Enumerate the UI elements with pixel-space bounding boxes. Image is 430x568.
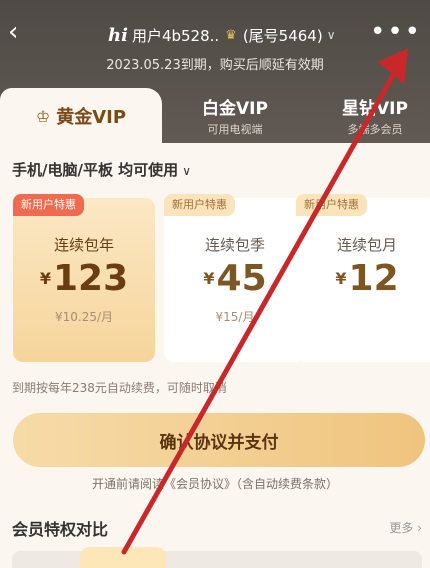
devices-text: 手机/电脑/平板 均可使用: [12, 161, 179, 179]
compare-table-highlight: [80, 547, 166, 568]
vip-tabs: ♔ 黄金VIP 白金VIP 可用电视端 星钻VIP 多端多会员: [0, 88, 430, 144]
plan-name: 连续包年: [53, 236, 114, 254]
auto-renew-note: 到期按每年238元自动续费，可随时取消: [12, 381, 227, 395]
plan-price: ¥45: [203, 258, 267, 299]
account-switcher[interactable]: hi 用户4b528.. ♛ (尾号5464) ∨: [108, 22, 336, 48]
expire-text: 2023.05.23到期，购买后顺延有效期: [106, 58, 324, 73]
main-panel: 手机/电脑/平板 均可使用 ∨ 新用户特惠 连续包年 ¥123 ¥10.25/月 …: [0, 143, 430, 568]
compare-table-header: [12, 551, 422, 568]
hi-logo: hi: [108, 24, 128, 46]
more-link[interactable]: 更多 ›: [389, 519, 422, 536]
plan-card-yearly[interactable]: 新用户特惠 连续包年 ¥123 ¥10.25/月: [13, 194, 155, 362]
new-user-badge: 新用户特惠: [13, 194, 84, 216]
plan-card-monthly[interactable]: 新用户特惠 连续包月 ¥12: [296, 194, 430, 362]
crown-icon: ♔: [35, 106, 51, 126]
plan-name: 连续包季: [204, 236, 265, 254]
per-month-price: ¥15/月: [215, 310, 255, 324]
tab-sub: 可用电视端: [207, 123, 263, 136]
back-icon[interactable]: ‹: [8, 18, 32, 46]
plan-price: ¥12: [335, 258, 399, 299]
new-user-badge: 新用户特惠: [296, 194, 367, 216]
vip-crown-icon: ♛: [225, 27, 237, 43]
tail-number: (尾号5464): [242, 26, 323, 45]
header: ‹ hi 用户4b528.. ♛ (尾号5464) ∨ ••• 2023.05.…: [0, 0, 430, 150]
compare-title: 会员特权对比: [12, 520, 109, 539]
tab-gold-vip[interactable]: ♔ 黄金VIP: [0, 88, 162, 144]
plan-card-quarterly[interactable]: 新用户特惠 连续包季 ¥45 ¥15/月: [164, 194, 306, 362]
tab-label: 黄金VIP: [56, 107, 127, 128]
more-icon[interactable]: •••: [370, 19, 422, 45]
username: 用户4b528..: [131, 26, 220, 45]
device-selector[interactable]: 手机/电脑/平板 均可使用 ∨: [12, 159, 191, 180]
plan-price: ¥123: [39, 258, 129, 299]
tab-star-vip[interactable]: 星钻VIP 多端多会员: [320, 94, 430, 137]
tab-sub: 多端多会员: [347, 123, 403, 136]
chevron-down-icon: ∨: [182, 164, 191, 178]
confirm-pay-button[interactable]: 确认协议并支付: [13, 413, 425, 467]
tab-platinum-vip[interactable]: 白金VIP 可用电视端: [180, 94, 290, 137]
tab-label: 星钻VIP: [342, 99, 408, 119]
tab-label: 白金VIP: [202, 99, 268, 119]
chevron-down-icon: ∨: [326, 28, 336, 42]
agreement-link[interactable]: 开通前请阅读《会员协议》（含自动续费条款）: [0, 475, 430, 492]
per-month-price: ¥10.25/月: [54, 310, 114, 324]
new-user-badge: 新用户特惠: [164, 194, 235, 216]
plan-name: 连续包月: [336, 236, 397, 254]
